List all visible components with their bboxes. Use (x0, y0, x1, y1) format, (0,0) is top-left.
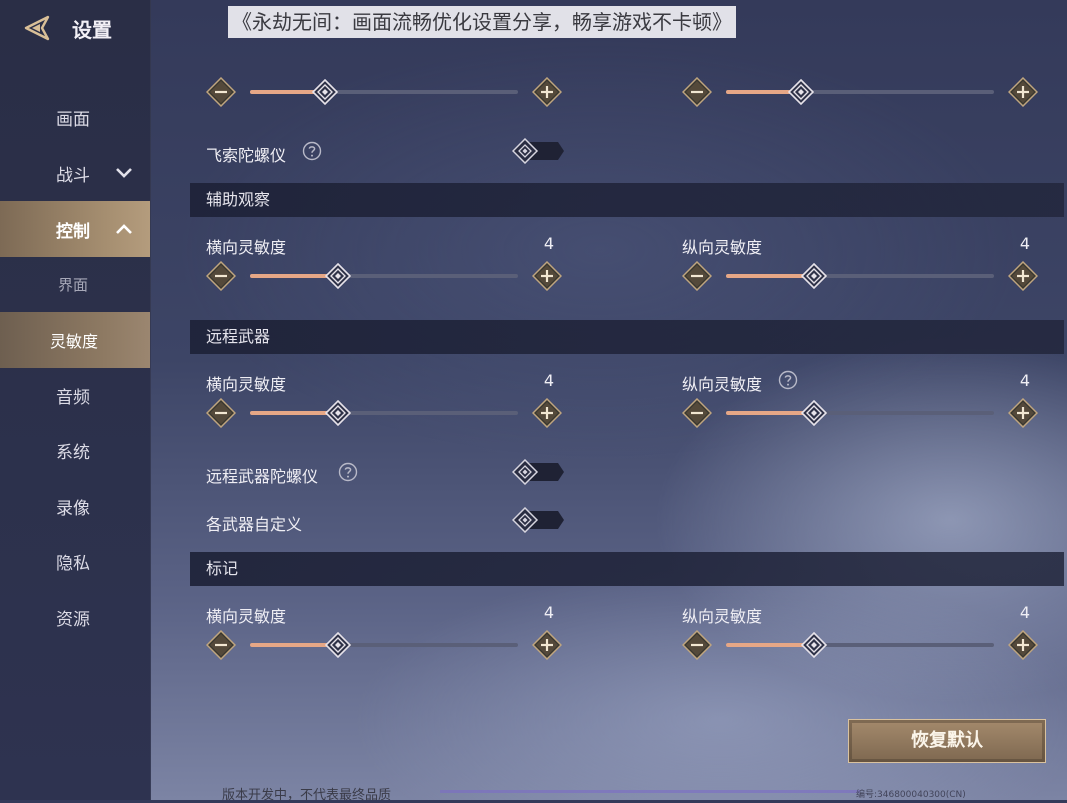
minus-button[interactable] (205, 397, 237, 429)
slider-assist-vertical[interactable] (681, 259, 1039, 293)
footer-note: 版本开发中，不代表最终品质 (222, 788, 392, 803)
chevron-down-icon (116, 168, 132, 178)
plus-button[interactable] (531, 260, 563, 292)
slider-thumb-icon[interactable] (801, 399, 828, 427)
nav-item-label: 隐私 (56, 553, 90, 574)
plus-button[interactable] (1007, 397, 1039, 429)
nav-item-recording[interactable]: 录像 (0, 478, 150, 534)
plus-button[interactable] (531, 397, 563, 429)
weapon-custom-label: 各武器自定义 (206, 515, 303, 534)
row-label: 横向灵敏度 (206, 375, 287, 394)
minus-button[interactable] (681, 76, 713, 108)
slider-track[interactable] (250, 399, 518, 427)
slider-track[interactable] (726, 399, 994, 427)
slider-track[interactable] (250, 262, 518, 290)
row-value: 4 (543, 603, 554, 622)
slider-track[interactable] (726, 262, 994, 290)
nav-item-privacy[interactable]: 隐私 (0, 533, 150, 589)
plus-button[interactable] (1007, 629, 1039, 661)
nav-item-label: 战斗 (56, 165, 90, 186)
nav-item-sensitivity[interactable]: 灵敏度 (0, 312, 150, 368)
section-header-assist: 辅助观察 (190, 183, 1064, 217)
nav-item-label: 系统 (56, 442, 90, 463)
back-arrow-icon (24, 15, 50, 41)
help-icon[interactable] (338, 462, 358, 482)
row-label: 纵向灵敏度 (682, 238, 763, 257)
minus-button[interactable] (205, 260, 237, 292)
nav-item-label: 界面 (58, 275, 89, 294)
slider-thumb-icon[interactable] (801, 262, 828, 290)
plus-button[interactable] (1007, 76, 1039, 108)
section-header-ranged: 远程武器 (190, 320, 1064, 354)
nav-item-controls[interactable]: 控制 (0, 201, 150, 257)
gyro-toggle[interactable] (511, 137, 564, 165)
slider-marker-vertical[interactable] (681, 628, 1039, 662)
slider-thumb-icon[interactable] (325, 399, 352, 427)
help-icon[interactable] (302, 141, 322, 161)
row-value: 4 (1019, 371, 1030, 390)
slider-thumb-icon[interactable] (325, 262, 352, 290)
slider-ranged-horizontal[interactable] (205, 396, 563, 430)
help-icon[interactable] (778, 370, 798, 390)
slider-ranged-vertical[interactable] (681, 396, 1039, 430)
minus-button[interactable] (205, 76, 237, 108)
gyro-label: 飞索陀螺仪 (206, 146, 287, 165)
minus-button[interactable] (681, 260, 713, 292)
row-value: 4 (1019, 603, 1030, 622)
plus-button[interactable] (1007, 260, 1039, 292)
slider-track[interactable] (250, 78, 518, 106)
nav-item-audio[interactable]: 音频 (0, 367, 150, 423)
slider-thumb-icon[interactable] (801, 631, 828, 659)
slider-top-left[interactable] (205, 75, 563, 109)
minus-button[interactable] (205, 629, 237, 661)
slider-track[interactable] (726, 78, 994, 106)
nav-item-label: 控制 (56, 221, 90, 242)
plus-button[interactable] (531, 629, 563, 661)
nav-item-system[interactable]: 系统 (0, 422, 150, 478)
section-header-marker: 标记 (190, 552, 1064, 586)
row-label: 横向灵敏度 (206, 238, 287, 257)
settings-title: 设置 (72, 18, 112, 42)
build-id: 编号:346800040300(CN) (856, 790, 966, 800)
plus-button[interactable] (531, 76, 563, 108)
nav-item-label: 灵敏度 (50, 332, 99, 351)
slider-thumb-icon[interactable] (311, 78, 339, 106)
slider-top-right[interactable] (681, 75, 1039, 109)
sidebar: 设置 画面 战斗 控制 界面 灵敏度 音频 系统 录像 隐私 资源 (0, 0, 151, 800)
footer-bar (440, 790, 860, 793)
row-value: 4 (1019, 234, 1030, 253)
slider-track[interactable] (726, 631, 994, 659)
back-button[interactable] (20, 14, 56, 42)
row-label: 纵向灵敏度 (682, 607, 763, 626)
chevron-up-icon (116, 224, 132, 234)
row-label: 横向灵敏度 (206, 607, 287, 626)
nav-item-label: 录像 (56, 498, 90, 519)
minus-button[interactable] (681, 397, 713, 429)
nav-item-label: 资源 (56, 609, 90, 630)
nav-item-combat[interactable]: 战斗 (0, 145, 150, 201)
nav-item-label: 画面 (56, 109, 90, 130)
slider-track[interactable] (250, 631, 518, 659)
nav-item-label: 音频 (56, 387, 90, 408)
weapon-custom-toggle[interactable] (511, 506, 564, 534)
row-label: 纵向灵敏度 (682, 375, 763, 394)
row-value: 4 (543, 371, 554, 390)
minus-button[interactable] (681, 629, 713, 661)
slider-thumb-icon[interactable] (325, 631, 352, 659)
slider-marker-horizontal[interactable] (205, 628, 563, 662)
row-value: 4 (543, 234, 554, 253)
slider-assist-horizontal[interactable] (205, 259, 563, 293)
nav-item-resources[interactable]: 资源 (0, 589, 150, 645)
article-title: 《永劫无间：画面流畅优化设置分享，畅享游戏不卡顿》 (228, 6, 736, 38)
ranged-gyro-toggle[interactable] (511, 458, 564, 486)
reset-default-button[interactable]: 恢复默认 (848, 719, 1046, 763)
nav-item-graphics[interactable]: 画面 (0, 89, 150, 145)
nav-item-interface[interactable]: 界面 (0, 256, 150, 312)
ranged-gyro-label: 远程武器陀螺仪 (206, 467, 319, 486)
slider-thumb-icon[interactable] (787, 78, 815, 106)
